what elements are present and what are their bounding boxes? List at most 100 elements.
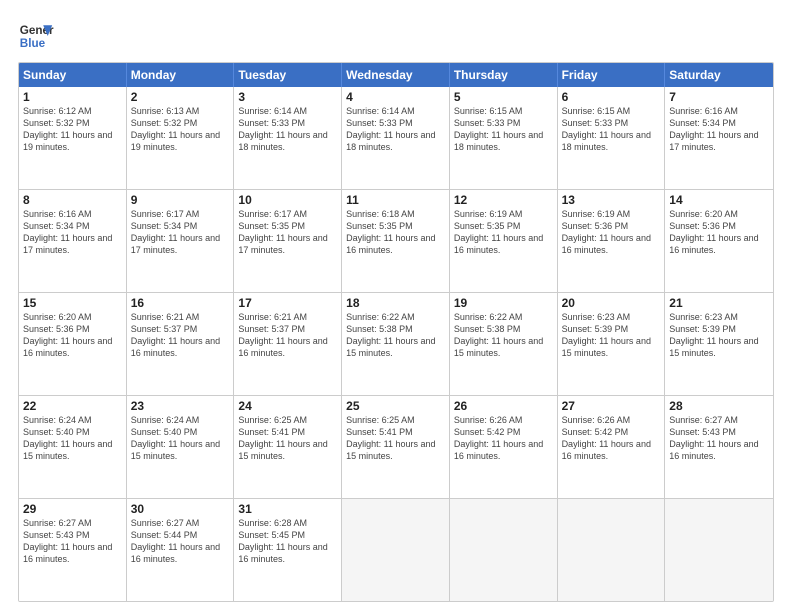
day-number: 1: [23, 90, 122, 104]
day-number: 5: [454, 90, 553, 104]
day-number: 17: [238, 296, 337, 310]
sun-info: Sunrise: 6:27 AMSunset: 5:43 PMDaylight:…: [669, 414, 769, 463]
day-cell-8: 8 Sunrise: 6:16 AMSunset: 5:34 PMDayligh…: [19, 190, 127, 292]
day-number: 29: [23, 502, 122, 516]
day-cell-13: 13 Sunrise: 6:19 AMSunset: 5:36 PMDaylig…: [558, 190, 666, 292]
empty-cell: [665, 499, 773, 601]
day-number: 30: [131, 502, 230, 516]
day-cell-5: 5 Sunrise: 6:15 AMSunset: 5:33 PMDayligh…: [450, 87, 558, 189]
empty-cell: [342, 499, 450, 601]
sun-info: Sunrise: 6:20 AMSunset: 5:36 PMDaylight:…: [669, 208, 769, 257]
logo: General Blue: [18, 18, 58, 54]
sun-info: Sunrise: 6:14 AMSunset: 5:33 PMDaylight:…: [346, 105, 445, 154]
sun-info: Sunrise: 6:22 AMSunset: 5:38 PMDaylight:…: [346, 311, 445, 360]
header-day-friday: Friday: [558, 63, 666, 87]
sun-info: Sunrise: 6:23 AMSunset: 5:39 PMDaylight:…: [562, 311, 661, 360]
sun-info: Sunrise: 6:12 AMSunset: 5:32 PMDaylight:…: [23, 105, 122, 154]
sun-info: Sunrise: 6:26 AMSunset: 5:42 PMDaylight:…: [562, 414, 661, 463]
sun-info: Sunrise: 6:16 AMSunset: 5:34 PMDaylight:…: [669, 105, 769, 154]
sun-info: Sunrise: 6:19 AMSunset: 5:36 PMDaylight:…: [562, 208, 661, 257]
sun-info: Sunrise: 6:14 AMSunset: 5:33 PMDaylight:…: [238, 105, 337, 154]
day-number: 8: [23, 193, 122, 207]
day-number: 20: [562, 296, 661, 310]
sun-info: Sunrise: 6:27 AMSunset: 5:44 PMDaylight:…: [131, 517, 230, 566]
day-number: 14: [669, 193, 769, 207]
calendar-row-2: 8 Sunrise: 6:16 AMSunset: 5:34 PMDayligh…: [19, 189, 773, 292]
header-day-thursday: Thursday: [450, 63, 558, 87]
header-day-tuesday: Tuesday: [234, 63, 342, 87]
sun-info: Sunrise: 6:26 AMSunset: 5:42 PMDaylight:…: [454, 414, 553, 463]
day-number: 27: [562, 399, 661, 413]
day-cell-21: 21 Sunrise: 6:23 AMSunset: 5:39 PMDaylig…: [665, 293, 773, 395]
day-cell-4: 4 Sunrise: 6:14 AMSunset: 5:33 PMDayligh…: [342, 87, 450, 189]
sun-info: Sunrise: 6:21 AMSunset: 5:37 PMDaylight:…: [238, 311, 337, 360]
header-day-sunday: Sunday: [19, 63, 127, 87]
sun-info: Sunrise: 6:18 AMSunset: 5:35 PMDaylight:…: [346, 208, 445, 257]
day-cell-15: 15 Sunrise: 6:20 AMSunset: 5:36 PMDaylig…: [19, 293, 127, 395]
day-cell-26: 26 Sunrise: 6:26 AMSunset: 5:42 PMDaylig…: [450, 396, 558, 498]
page: General Blue SundayMondayTuesdayWednesda…: [0, 0, 792, 612]
day-number: 28: [669, 399, 769, 413]
logo-icon: General Blue: [18, 18, 54, 54]
sun-info: Sunrise: 6:17 AMSunset: 5:34 PMDaylight:…: [131, 208, 230, 257]
sun-info: Sunrise: 6:15 AMSunset: 5:33 PMDaylight:…: [562, 105, 661, 154]
day-number: 16: [131, 296, 230, 310]
day-number: 9: [131, 193, 230, 207]
day-cell-27: 27 Sunrise: 6:26 AMSunset: 5:42 PMDaylig…: [558, 396, 666, 498]
sun-info: Sunrise: 6:15 AMSunset: 5:33 PMDaylight:…: [454, 105, 553, 154]
day-number: 3: [238, 90, 337, 104]
svg-text:Blue: Blue: [20, 37, 46, 50]
day-cell-23: 23 Sunrise: 6:24 AMSunset: 5:40 PMDaylig…: [127, 396, 235, 498]
day-number: 12: [454, 193, 553, 207]
day-number: 25: [346, 399, 445, 413]
day-cell-9: 9 Sunrise: 6:17 AMSunset: 5:34 PMDayligh…: [127, 190, 235, 292]
calendar-row-3: 15 Sunrise: 6:20 AMSunset: 5:36 PMDaylig…: [19, 292, 773, 395]
day-cell-20: 20 Sunrise: 6:23 AMSunset: 5:39 PMDaylig…: [558, 293, 666, 395]
day-number: 11: [346, 193, 445, 207]
sun-info: Sunrise: 6:16 AMSunset: 5:34 PMDaylight:…: [23, 208, 122, 257]
day-cell-29: 29 Sunrise: 6:27 AMSunset: 5:43 PMDaylig…: [19, 499, 127, 601]
day-cell-22: 22 Sunrise: 6:24 AMSunset: 5:40 PMDaylig…: [19, 396, 127, 498]
calendar-header: SundayMondayTuesdayWednesdayThursdayFrid…: [19, 63, 773, 87]
day-cell-31: 31 Sunrise: 6:28 AMSunset: 5:45 PMDaylig…: [234, 499, 342, 601]
day-cell-3: 3 Sunrise: 6:14 AMSunset: 5:33 PMDayligh…: [234, 87, 342, 189]
sun-info: Sunrise: 6:20 AMSunset: 5:36 PMDaylight:…: [23, 311, 122, 360]
day-number: 22: [23, 399, 122, 413]
day-cell-14: 14 Sunrise: 6:20 AMSunset: 5:36 PMDaylig…: [665, 190, 773, 292]
sun-info: Sunrise: 6:13 AMSunset: 5:32 PMDaylight:…: [131, 105, 230, 154]
header-day-wednesday: Wednesday: [342, 63, 450, 87]
day-number: 24: [238, 399, 337, 413]
sun-info: Sunrise: 6:19 AMSunset: 5:35 PMDaylight:…: [454, 208, 553, 257]
day-number: 10: [238, 193, 337, 207]
sun-info: Sunrise: 6:27 AMSunset: 5:43 PMDaylight:…: [23, 517, 122, 566]
header-day-saturday: Saturday: [665, 63, 773, 87]
day-number: 13: [562, 193, 661, 207]
day-number: 19: [454, 296, 553, 310]
day-number: 18: [346, 296, 445, 310]
day-cell-6: 6 Sunrise: 6:15 AMSunset: 5:33 PMDayligh…: [558, 87, 666, 189]
day-cell-2: 2 Sunrise: 6:13 AMSunset: 5:32 PMDayligh…: [127, 87, 235, 189]
day-number: 15: [23, 296, 122, 310]
empty-cell: [450, 499, 558, 601]
day-number: 6: [562, 90, 661, 104]
day-cell-10: 10 Sunrise: 6:17 AMSunset: 5:35 PMDaylig…: [234, 190, 342, 292]
sun-info: Sunrise: 6:25 AMSunset: 5:41 PMDaylight:…: [238, 414, 337, 463]
header-day-monday: Monday: [127, 63, 235, 87]
day-cell-17: 17 Sunrise: 6:21 AMSunset: 5:37 PMDaylig…: [234, 293, 342, 395]
calendar-body: 1 Sunrise: 6:12 AMSunset: 5:32 PMDayligh…: [19, 87, 773, 601]
day-cell-30: 30 Sunrise: 6:27 AMSunset: 5:44 PMDaylig…: [127, 499, 235, 601]
sun-info: Sunrise: 6:28 AMSunset: 5:45 PMDaylight:…: [238, 517, 337, 566]
day-cell-11: 11 Sunrise: 6:18 AMSunset: 5:35 PMDaylig…: [342, 190, 450, 292]
sun-info: Sunrise: 6:17 AMSunset: 5:35 PMDaylight:…: [238, 208, 337, 257]
header: General Blue: [18, 18, 774, 54]
calendar-row-4: 22 Sunrise: 6:24 AMSunset: 5:40 PMDaylig…: [19, 395, 773, 498]
day-number: 21: [669, 296, 769, 310]
day-number: 23: [131, 399, 230, 413]
day-number: 4: [346, 90, 445, 104]
calendar-row-1: 1 Sunrise: 6:12 AMSunset: 5:32 PMDayligh…: [19, 87, 773, 189]
day-cell-18: 18 Sunrise: 6:22 AMSunset: 5:38 PMDaylig…: [342, 293, 450, 395]
sun-info: Sunrise: 6:22 AMSunset: 5:38 PMDaylight:…: [454, 311, 553, 360]
day-cell-16: 16 Sunrise: 6:21 AMSunset: 5:37 PMDaylig…: [127, 293, 235, 395]
day-cell-12: 12 Sunrise: 6:19 AMSunset: 5:35 PMDaylig…: [450, 190, 558, 292]
sun-info: Sunrise: 6:25 AMSunset: 5:41 PMDaylight:…: [346, 414, 445, 463]
